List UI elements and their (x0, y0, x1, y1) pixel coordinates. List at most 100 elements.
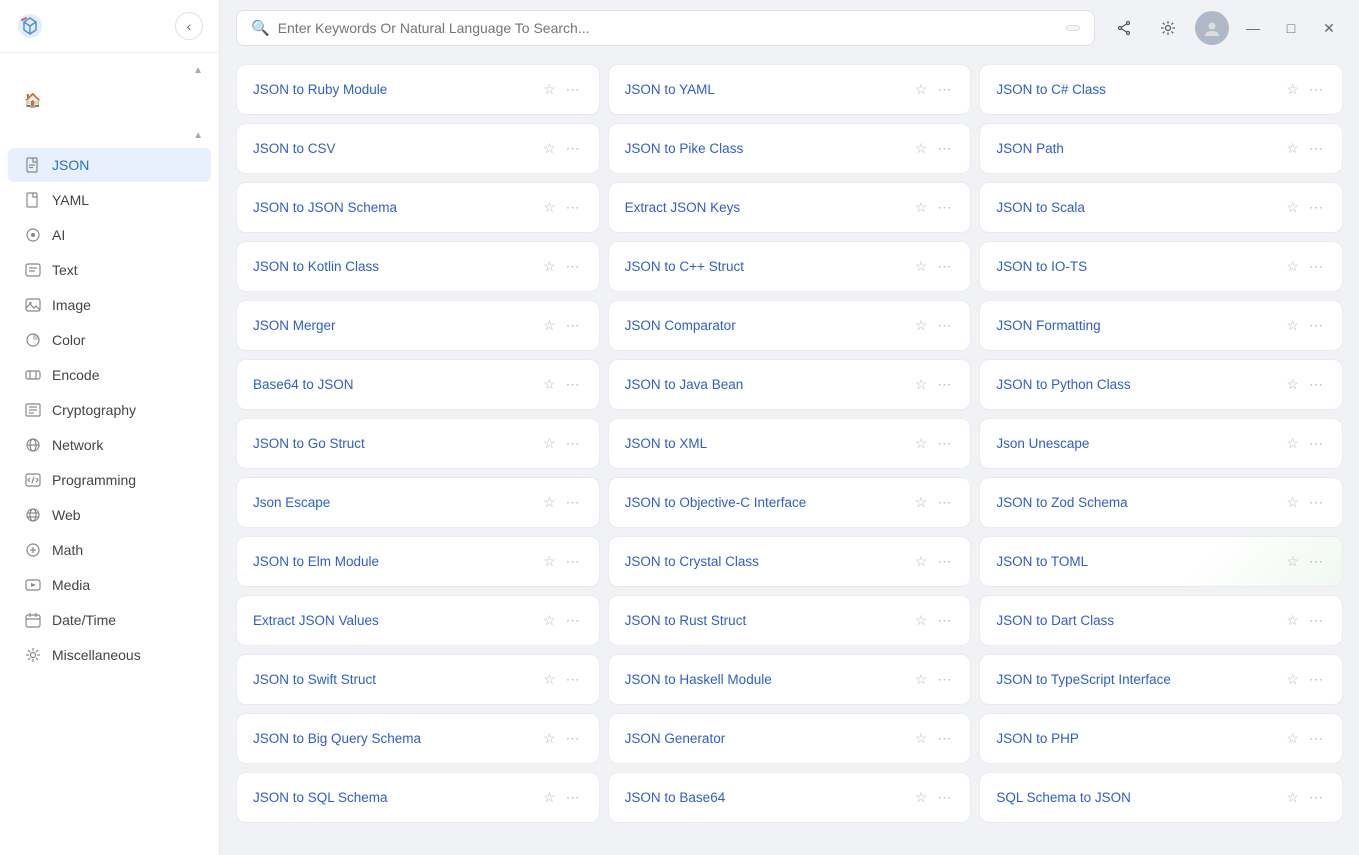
more-button[interactable]: ⋯ (563, 197, 583, 218)
minimize-button[interactable]: — (1239, 14, 1267, 42)
tool-card[interactable]: SQL Schema to JSON☆⋯ (979, 772, 1343, 823)
star-button[interactable]: ☆ (912, 610, 931, 631)
more-button[interactable]: ⋯ (1306, 79, 1326, 100)
star-button[interactable]: ☆ (912, 256, 931, 277)
sidebar-item-text[interactable]: Text (8, 253, 211, 287)
star-button[interactable]: ☆ (912, 551, 931, 572)
star-button[interactable]: ☆ (540, 79, 559, 100)
tool-card[interactable]: JSON to TOML☆⋯ (979, 536, 1343, 587)
more-button[interactable]: ⋯ (1306, 374, 1326, 395)
star-button[interactable]: ☆ (1283, 728, 1302, 749)
more-button[interactable]: ⋯ (563, 728, 583, 749)
more-button[interactable]: ⋯ (934, 787, 954, 808)
star-button[interactable]: ☆ (1283, 551, 1302, 572)
tool-card[interactable]: JSON to Kotlin Class☆⋯ (236, 241, 600, 292)
more-button[interactable]: ⋯ (934, 197, 954, 218)
sidebar-item-ai[interactable]: AI (8, 218, 211, 252)
star-button[interactable]: ☆ (1283, 138, 1302, 159)
more-button[interactable]: ⋯ (563, 138, 583, 159)
sidebar-item-miscellaneous[interactable]: Miscellaneous (8, 638, 211, 672)
star-button[interactable]: ☆ (912, 79, 931, 100)
star-button[interactable]: ☆ (540, 197, 559, 218)
tool-card[interactable]: JSON to TypeScript Interface☆⋯ (979, 654, 1343, 705)
search-input[interactable] (278, 20, 1058, 36)
more-button[interactable]: ⋯ (563, 551, 583, 572)
more-button[interactable]: ⋯ (563, 433, 583, 454)
star-button[interactable]: ☆ (540, 492, 559, 513)
star-button[interactable]: ☆ (540, 138, 559, 159)
more-button[interactable]: ⋯ (1306, 551, 1326, 572)
star-button[interactable]: ☆ (912, 433, 931, 454)
more-button[interactable]: ⋯ (563, 492, 583, 513)
tool-card[interactable]: JSON to Base64☆⋯ (608, 772, 972, 823)
tool-card[interactable]: JSON to C++ Struct☆⋯ (608, 241, 972, 292)
sidebar-item-image[interactable]: Image (8, 288, 211, 322)
more-button[interactable]: ⋯ (1306, 256, 1326, 277)
more-button[interactable]: ⋯ (1306, 492, 1326, 513)
tool-card[interactable]: JSON Path☆⋯ (979, 123, 1343, 174)
more-button[interactable]: ⋯ (563, 374, 583, 395)
more-button[interactable]: ⋯ (934, 138, 954, 159)
sidebar-item-network[interactable]: Network (8, 428, 211, 462)
tool-card[interactable]: JSON to JSON Schema☆⋯ (236, 182, 600, 233)
more-button[interactable]: ⋯ (934, 433, 954, 454)
sidebar-item-color[interactable]: Color (8, 323, 211, 357)
star-button[interactable]: ☆ (912, 728, 931, 749)
sidebar-item-datetime[interactable]: Date/Time (8, 603, 211, 637)
tool-card[interactable]: JSON to YAML☆⋯ (608, 64, 972, 115)
star-button[interactable]: ☆ (1283, 669, 1302, 690)
star-button[interactable]: ☆ (1283, 315, 1302, 336)
star-button[interactable]: ☆ (912, 315, 931, 336)
star-button[interactable]: ☆ (1283, 433, 1302, 454)
sidebar-item-cryptography[interactable]: Cryptography (8, 393, 211, 427)
tool-card[interactable]: JSON to Crystal Class☆⋯ (608, 536, 972, 587)
star-button[interactable]: ☆ (912, 669, 931, 690)
star-button[interactable]: ☆ (540, 433, 559, 454)
more-button[interactable]: ⋯ (934, 374, 954, 395)
more-button[interactable]: ⋯ (1306, 787, 1326, 808)
tool-card[interactable]: Json Escape☆⋯ (236, 477, 600, 528)
back-button[interactable]: ‹ (175, 12, 203, 40)
sidebar-item-encode[interactable]: Encode (8, 358, 211, 392)
tool-card[interactable]: JSON Formatting☆⋯ (979, 300, 1343, 351)
more-button[interactable]: ⋯ (563, 315, 583, 336)
tool-card[interactable]: Json Unescape☆⋯ (979, 418, 1343, 469)
star-button[interactable]: ☆ (1283, 79, 1302, 100)
tool-card[interactable]: JSON to Rust Struct☆⋯ (608, 595, 972, 646)
tool-card[interactable]: JSON to Pike Class☆⋯ (608, 123, 972, 174)
star-button[interactable]: ☆ (1283, 492, 1302, 513)
tool-card[interactable]: JSON to C# Class☆⋯ (979, 64, 1343, 115)
tool-card[interactable]: JSON to Python Class☆⋯ (979, 359, 1343, 410)
star-button[interactable]: ☆ (912, 138, 931, 159)
tool-card[interactable]: JSON to Java Bean☆⋯ (608, 359, 972, 410)
tool-card[interactable]: JSON Merger☆⋯ (236, 300, 600, 351)
maximize-button[interactable]: □ (1277, 14, 1305, 42)
close-button[interactable]: ✕ (1315, 14, 1343, 42)
tool-card[interactable]: JSON to Scala☆⋯ (979, 182, 1343, 233)
star-button[interactable]: ☆ (540, 728, 559, 749)
tool-card[interactable]: JSON to XML☆⋯ (608, 418, 972, 469)
tool-card[interactable]: JSON to Objective-C Interface☆⋯ (608, 477, 972, 528)
more-button[interactable]: ⋯ (934, 551, 954, 572)
more-button[interactable]: ⋯ (563, 256, 583, 277)
more-button[interactable]: ⋯ (934, 669, 954, 690)
more-button[interactable]: ⋯ (1306, 197, 1326, 218)
star-button[interactable]: ☆ (540, 610, 559, 631)
star-button[interactable]: ☆ (1283, 374, 1302, 395)
tool-card[interactable]: Extract JSON Values☆⋯ (236, 595, 600, 646)
star-button[interactable]: ☆ (1283, 610, 1302, 631)
sidebar-item-home[interactable]: 🏠 (8, 83, 211, 117)
star-button[interactable]: ☆ (912, 492, 931, 513)
star-button[interactable]: ☆ (540, 256, 559, 277)
tool-card[interactable]: JSON to Elm Module☆⋯ (236, 536, 600, 587)
more-button[interactable]: ⋯ (1306, 728, 1326, 749)
star-button[interactable]: ☆ (1283, 787, 1302, 808)
star-button[interactable]: ☆ (540, 551, 559, 572)
star-button[interactable]: ☆ (540, 315, 559, 336)
tool-card[interactable]: JSON to Zod Schema☆⋯ (979, 477, 1343, 528)
sidebar-item-media[interactable]: Media (8, 568, 211, 602)
tool-card[interactable]: JSON to PHP☆⋯ (979, 713, 1343, 764)
sidebar-item-json[interactable]: JSON (8, 148, 211, 182)
share-button[interactable] (1107, 11, 1141, 45)
more-button[interactable]: ⋯ (934, 315, 954, 336)
